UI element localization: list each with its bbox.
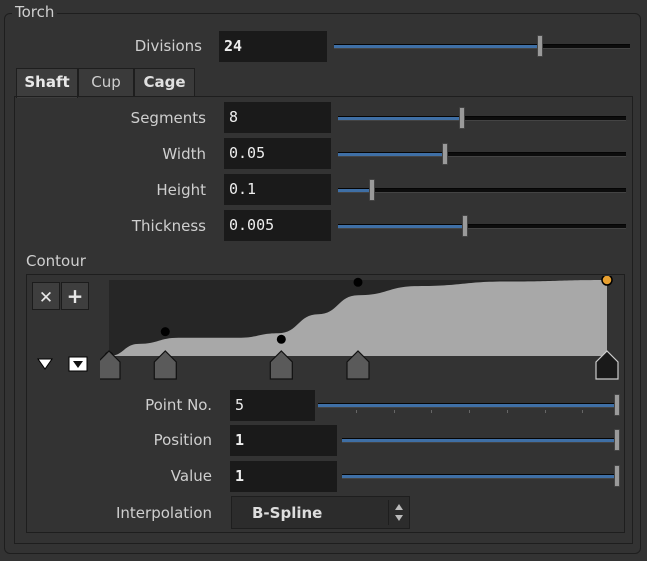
slider-handle[interactable]	[459, 107, 465, 129]
tab-shaft[interactable]: Shaft	[16, 68, 78, 98]
ramp-editor[interactable]	[100, 276, 620, 386]
contour-label: Contour	[26, 252, 86, 270]
segments-label: Segments	[130, 109, 206, 127]
triangle-down-icon[interactable]	[36, 357, 54, 371]
slider-handle[interactable]	[369, 179, 375, 201]
point-no-slider[interactable]	[318, 394, 620, 416]
width-label: Width	[162, 145, 206, 163]
slider-handle[interactable]	[537, 35, 543, 57]
height-slider[interactable]	[338, 179, 626, 201]
ramp-point[interactable]	[601, 276, 613, 286]
value-field[interactable]: 1	[230, 461, 337, 492]
tab-cup[interactable]: Cup	[78, 68, 134, 97]
position-slider[interactable]	[342, 429, 620, 451]
point-no-label: Point No.	[145, 396, 212, 414]
slider-fill	[338, 117, 462, 120]
interpolation-value: B-Spline	[252, 504, 323, 522]
slider-fill	[334, 45, 540, 48]
arrow-down-box-icon[interactable]	[68, 356, 88, 372]
group-title: Torch	[12, 3, 58, 21]
slider-handle[interactable]	[442, 143, 448, 165]
thickness-label: Thickness	[131, 217, 206, 235]
divisions-slider[interactable]	[334, 35, 630, 57]
slider-handle[interactable]	[462, 215, 468, 237]
ramp-point[interactable]	[353, 277, 363, 287]
slider-fill	[338, 225, 465, 228]
thickness-slider[interactable]	[338, 215, 626, 237]
slider-fill	[338, 189, 372, 192]
slider-fill	[342, 439, 617, 442]
ramp-point[interactable]	[160, 327, 170, 337]
slider-ticks	[318, 410, 620, 414]
slider-fill	[318, 404, 617, 407]
position-field[interactable]: 1	[230, 425, 337, 456]
height-field[interactable]: 0.1	[224, 174, 331, 205]
add-point-button[interactable]: +	[61, 282, 89, 310]
point-no-field[interactable]: 5	[230, 390, 315, 421]
slider-fill	[338, 153, 445, 156]
plus-icon: +	[66, 284, 84, 308]
slider-fill	[342, 475, 617, 478]
ramp-point[interactable]	[276, 334, 286, 344]
slider-handle[interactable]	[614, 465, 620, 487]
updown-arrows-icon	[388, 500, 409, 525]
thickness-field[interactable]: 0.005	[224, 210, 331, 241]
interpolation-select[interactable]: B-Spline	[231, 496, 410, 529]
value-slider[interactable]	[342, 465, 620, 487]
interpolation-label: Interpolation	[116, 504, 212, 522]
height-label: Height	[156, 181, 206, 199]
value-label: Value	[170, 467, 212, 485]
delete-point-button[interactable]: ✕	[32, 282, 60, 310]
segments-slider[interactable]	[338, 107, 626, 129]
divisions-label: Divisions	[134, 37, 202, 55]
width-field[interactable]: 0.05	[224, 138, 331, 169]
segments-field[interactable]: 8	[224, 102, 331, 133]
position-label: Position	[153, 431, 212, 449]
width-slider[interactable]	[338, 143, 626, 165]
slider-handle[interactable]	[614, 429, 620, 451]
slider-handle[interactable]	[614, 394, 620, 416]
tab-cage[interactable]: Cage	[134, 68, 195, 97]
close-icon: ✕	[38, 288, 54, 308]
divisions-field[interactable]: 24	[219, 31, 327, 62]
